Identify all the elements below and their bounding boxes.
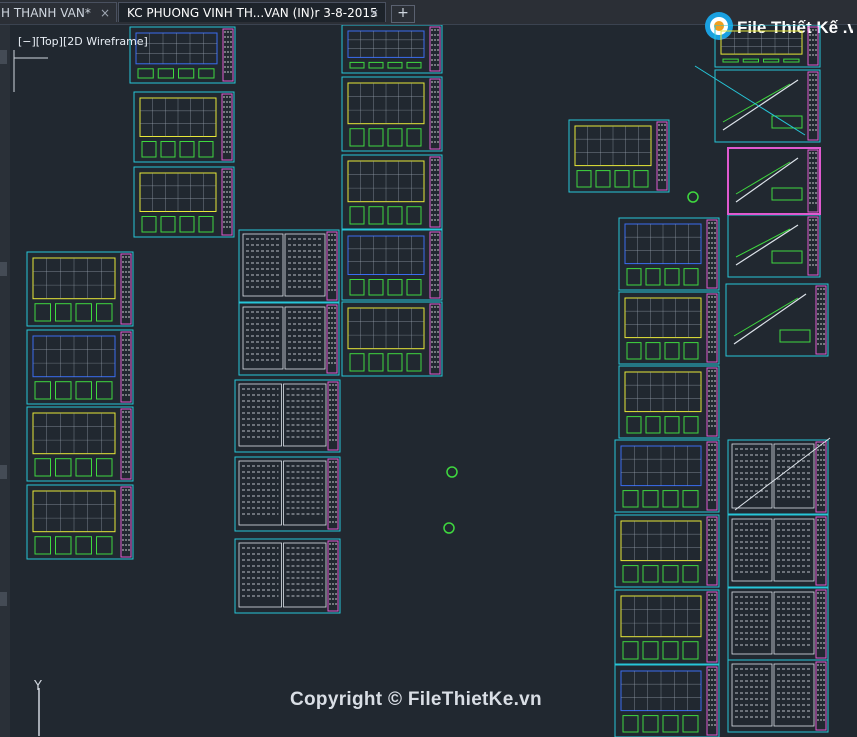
close-icon[interactable]: × [100, 3, 110, 22]
tab-label: KC PHUONG VINH TH...VAN (IN)r 3-8-2015 [127, 6, 378, 20]
copyright-watermark: Copyright © FileThietKe.vn [290, 689, 542, 710]
drawing-sheet[interactable] [341, 76, 443, 152]
drawing-sheet[interactable] [133, 166, 235, 238]
selected-sheet-highlight [727, 147, 821, 215]
drawing-sheet[interactable] [341, 25, 443, 74]
drawing-sheet[interactable] [26, 251, 134, 327]
ucs-axis-label: Y [33, 679, 42, 694]
drawing-sheet[interactable] [618, 217, 720, 291]
drawing-sheet[interactable] [238, 302, 340, 376]
drawing-sheet[interactable] [26, 406, 134, 482]
drawing-sheet[interactable] [614, 664, 720, 737]
detail-marker [687, 191, 699, 203]
leader-line [694, 65, 806, 136]
drawing-sheet[interactable] [238, 229, 340, 303]
detail-marker [446, 466, 458, 478]
close-icon[interactable]: × [369, 3, 379, 22]
drawing-sheet[interactable] [618, 365, 720, 439]
tab-label: H THANH VAN* [1, 6, 91, 20]
drawing-sheet[interactable] [614, 439, 720, 513]
left-toolbar-edge [0, 25, 10, 737]
viewport-controls-label[interactable]: [−][Top][2D Wireframe] [18, 35, 148, 48]
new-tab-button[interactable]: + [391, 5, 415, 23]
detail-marker [443, 522, 455, 534]
drawing-sheet[interactable] [341, 229, 443, 301]
drawing-sheet[interactable] [727, 147, 821, 215]
drawing-sheets [26, 25, 831, 737]
drawing-sheet[interactable] [234, 379, 341, 453]
tab-drawing-1[interactable]: H THANH VAN* × [0, 2, 117, 22]
drawing-sheet[interactable] [727, 587, 829, 661]
drawing-sheet[interactable] [568, 119, 670, 193]
drawing-sheet[interactable] [714, 25, 821, 68]
drawing-sheet[interactable] [725, 283, 829, 357]
drawing-sheet[interactable] [618, 291, 720, 365]
drawing-sheet[interactable] [727, 514, 829, 588]
drawing-sheet[interactable] [614, 589, 720, 665]
drawing-sheet[interactable] [614, 514, 720, 588]
drawing-sheet[interactable] [714, 69, 821, 143]
drawing-sheet[interactable] [133, 91, 235, 163]
drawing-sheet[interactable] [341, 154, 443, 230]
drawing-sheet[interactable] [234, 538, 341, 614]
drawing-sheet[interactable] [341, 301, 443, 377]
drawing-sheet[interactable] [26, 484, 134, 560]
tab-drawing-2[interactable]: KC PHUONG VINH TH...VAN (IN)r 3-8-2015 × [118, 2, 386, 22]
model-space-canvas[interactable] [0, 25, 857, 737]
viewport-crosshair [13, 50, 48, 92]
drawing-sheet[interactable] [727, 214, 821, 278]
drawing-sheet[interactable] [234, 456, 341, 532]
drawing-sheet[interactable] [26, 329, 134, 405]
drawing-sheet[interactable] [727, 659, 829, 733]
ucs-icon: Y [33, 679, 42, 736]
